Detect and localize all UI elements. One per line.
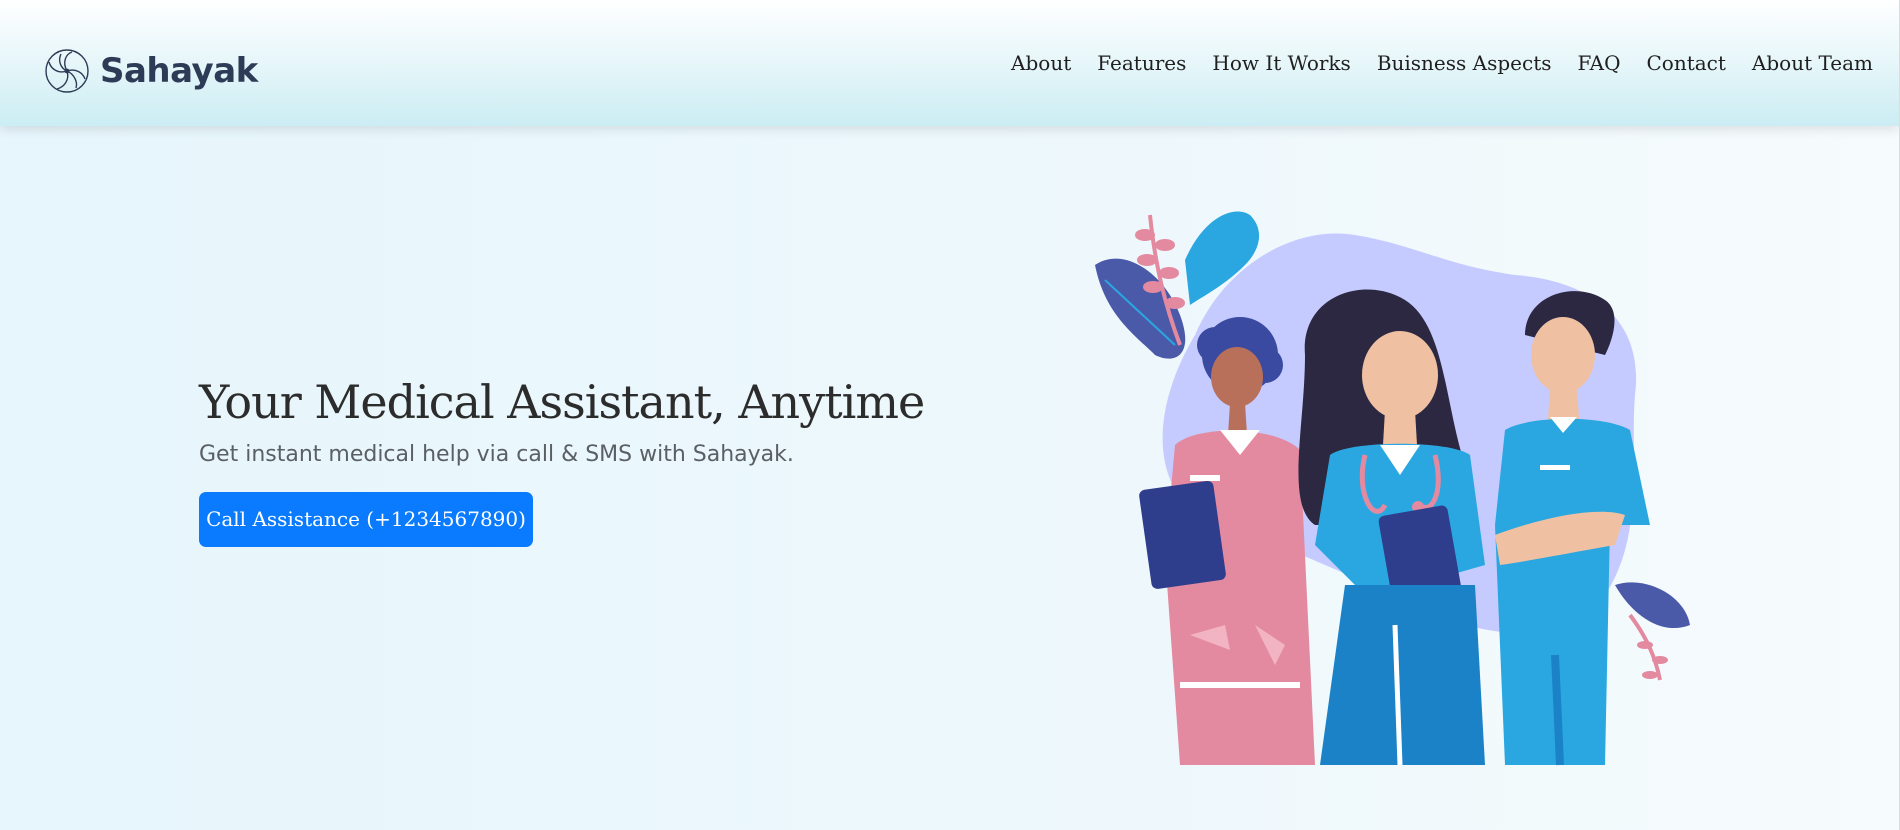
- nav-link-business-aspects[interactable]: Buisness Aspects: [1364, 48, 1565, 78]
- nav-link-about[interactable]: About: [998, 48, 1084, 78]
- top-navbar: Sahayak About Features How It Works Buis…: [0, 0, 1899, 126]
- nav-link-about-team[interactable]: About Team: [1739, 48, 1873, 78]
- brand-name: Sahayak: [100, 51, 258, 91]
- call-assistance-button[interactable]: Call Assistance (+1234567890): [199, 492, 533, 547]
- brand[interactable]: Sahayak: [44, 46, 258, 96]
- nav-link-faq[interactable]: FAQ: [1565, 48, 1634, 78]
- nav-link-how-it-works[interactable]: How It Works: [1199, 48, 1363, 78]
- flower-logo-icon: [45, 49, 89, 93]
- hero-subtitle: Get instant medical help via call & SMS …: [199, 442, 794, 467]
- leaf-right-icon: [1615, 582, 1690, 681]
- nav-link-features[interactable]: Features: [1084, 48, 1199, 78]
- nav-links: About Features How It Works Buisness Asp…: [998, 48, 1873, 78]
- nav-link-contact[interactable]: Contact: [1633, 48, 1738, 78]
- hero-section: Your Medical Assistant, Anytime Get inst…: [199, 370, 959, 547]
- hero-title: Your Medical Assistant, Anytime: [199, 375, 925, 429]
- medical-staff-illustration: [1095, 211, 1690, 766]
